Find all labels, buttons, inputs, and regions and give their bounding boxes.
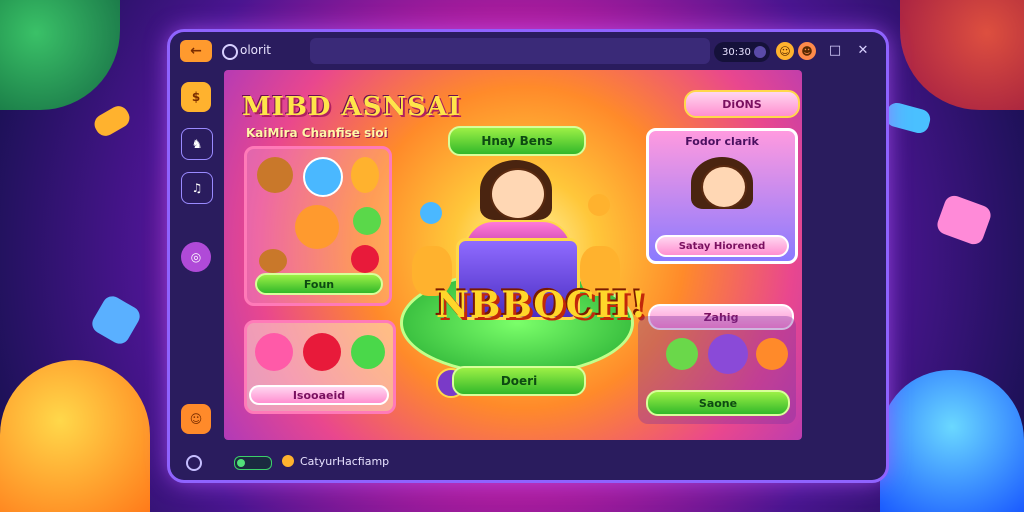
- blue-candy-icon: [420, 202, 442, 224]
- maximize-icon[interactable]: □: [826, 41, 844, 59]
- girl-character[interactable]: [490, 168, 546, 220]
- top-right-button[interactable]: DiONS: [684, 90, 800, 118]
- lime-icon[interactable]: [353, 207, 381, 235]
- walnut-icon[interactable]: [257, 157, 293, 193]
- status-toggle[interactable]: [234, 456, 272, 470]
- coin-icon: $: [191, 90, 201, 104]
- berry-monster-icon[interactable]: [255, 333, 293, 371]
- orange-monster-icon[interactable]: [756, 338, 788, 370]
- leaf-decoration-top-right: [900, 0, 1024, 110]
- game-main-area: MIBD ASNSAI KaiMira Chanfise sioi Foun I…: [224, 70, 802, 440]
- center-action-button[interactable]: Doeri: [452, 366, 586, 396]
- gold-candy-icon: [588, 194, 610, 216]
- card-character[interactable]: [701, 165, 747, 209]
- title-bar: ← olorit 30:30 ☺ ☻ □ ✕: [170, 32, 886, 70]
- purple-monster-icon[interactable]: [708, 334, 748, 374]
- candy-decoration-right: [934, 192, 994, 248]
- profile-face-icon[interactable]: ☺: [776, 42, 794, 60]
- candy-decoration-bottom-left: [0, 360, 150, 512]
- book-icon: ♫: [191, 181, 203, 195]
- apple-icon[interactable]: [351, 245, 379, 273]
- candy-decoration-right-top: [883, 100, 933, 136]
- arrow-left-icon: ←: [190, 43, 202, 59]
- berry-panel-button[interactable]: Isooaeid: [249, 385, 389, 405]
- sidebar-item-chest[interactable]: ☺: [181, 404, 211, 434]
- fruit-panel-button[interactable]: Foun: [255, 273, 383, 295]
- back-button[interactable]: ←: [180, 40, 212, 62]
- win-banner-text: NBBOCH!: [436, 284, 648, 326]
- candy-decoration-bottom-right: [880, 370, 1024, 512]
- sidebar-item-coin[interactable]: $: [181, 82, 211, 112]
- sidebar: $ ♞ ♫ ◎ ☺: [176, 76, 216, 440]
- game-window: ← olorit 30:30 ☺ ☻ □ ✕ $ ♞ ♫ ◎ ☺ MIBD AS…: [170, 32, 886, 480]
- sidebar-item-cards[interactable]: ♞: [181, 128, 213, 160]
- notification-face-icon[interactable]: ☻: [798, 42, 816, 60]
- sidebar-item-book[interactable]: ♫: [181, 172, 213, 204]
- close-icon[interactable]: ✕: [854, 41, 872, 59]
- app-title: olorit: [240, 43, 271, 57]
- disc-icon: ◎: [190, 250, 202, 264]
- sidebar-item-disc[interactable]: ◎: [181, 242, 211, 272]
- game-subheading: KaiMira Chanfise sioi: [246, 126, 388, 140]
- chest-icon: ☺: [189, 412, 203, 426]
- leaf-decoration-top-left: [0, 0, 120, 110]
- honey-jar-icon[interactable]: [351, 157, 379, 193]
- fruit-grid-panel: Foun: [244, 146, 392, 306]
- app-icon: [222, 44, 238, 60]
- game-heading: MIBD ASNSAI: [242, 92, 462, 122]
- clock-icon: [754, 46, 766, 58]
- candy-decoration-left: [88, 292, 144, 348]
- character-card: Fodor clarik Satay Hiorened: [646, 128, 798, 264]
- clock-text: 30:30: [722, 46, 751, 58]
- red-fruit-icon[interactable]: [303, 333, 341, 371]
- green-monster-icon[interactable]: [666, 338, 698, 370]
- status-bar: CatyurHacfiamp: [170, 446, 886, 480]
- status-text: CatyurHacfiamp: [300, 455, 390, 468]
- cards-icon: ♞: [191, 137, 203, 151]
- monster-panel-button[interactable]: Saone: [646, 390, 790, 416]
- orange-character-icon[interactable]: [295, 205, 339, 249]
- candy-decoration-left-top: [90, 102, 134, 140]
- status-ring-icon[interactable]: [186, 455, 202, 471]
- title-bar-search-area[interactable]: [310, 38, 710, 64]
- green-fruit-icon[interactable]: [351, 335, 385, 369]
- character-card-title: Fodor clarik: [685, 135, 759, 148]
- berry-panel: Isooaeid: [244, 320, 396, 414]
- character-card-caption[interactable]: Satay Hiorened: [655, 235, 789, 257]
- blue-gem-icon[interactable]: [303, 157, 343, 197]
- nut-icon[interactable]: [259, 249, 287, 273]
- monster-panel: Saone: [638, 316, 796, 424]
- clock-display: 30:30: [714, 42, 770, 62]
- top-center-button[interactable]: Hnay Bens: [448, 126, 586, 156]
- status-coin-icon: [282, 455, 294, 467]
